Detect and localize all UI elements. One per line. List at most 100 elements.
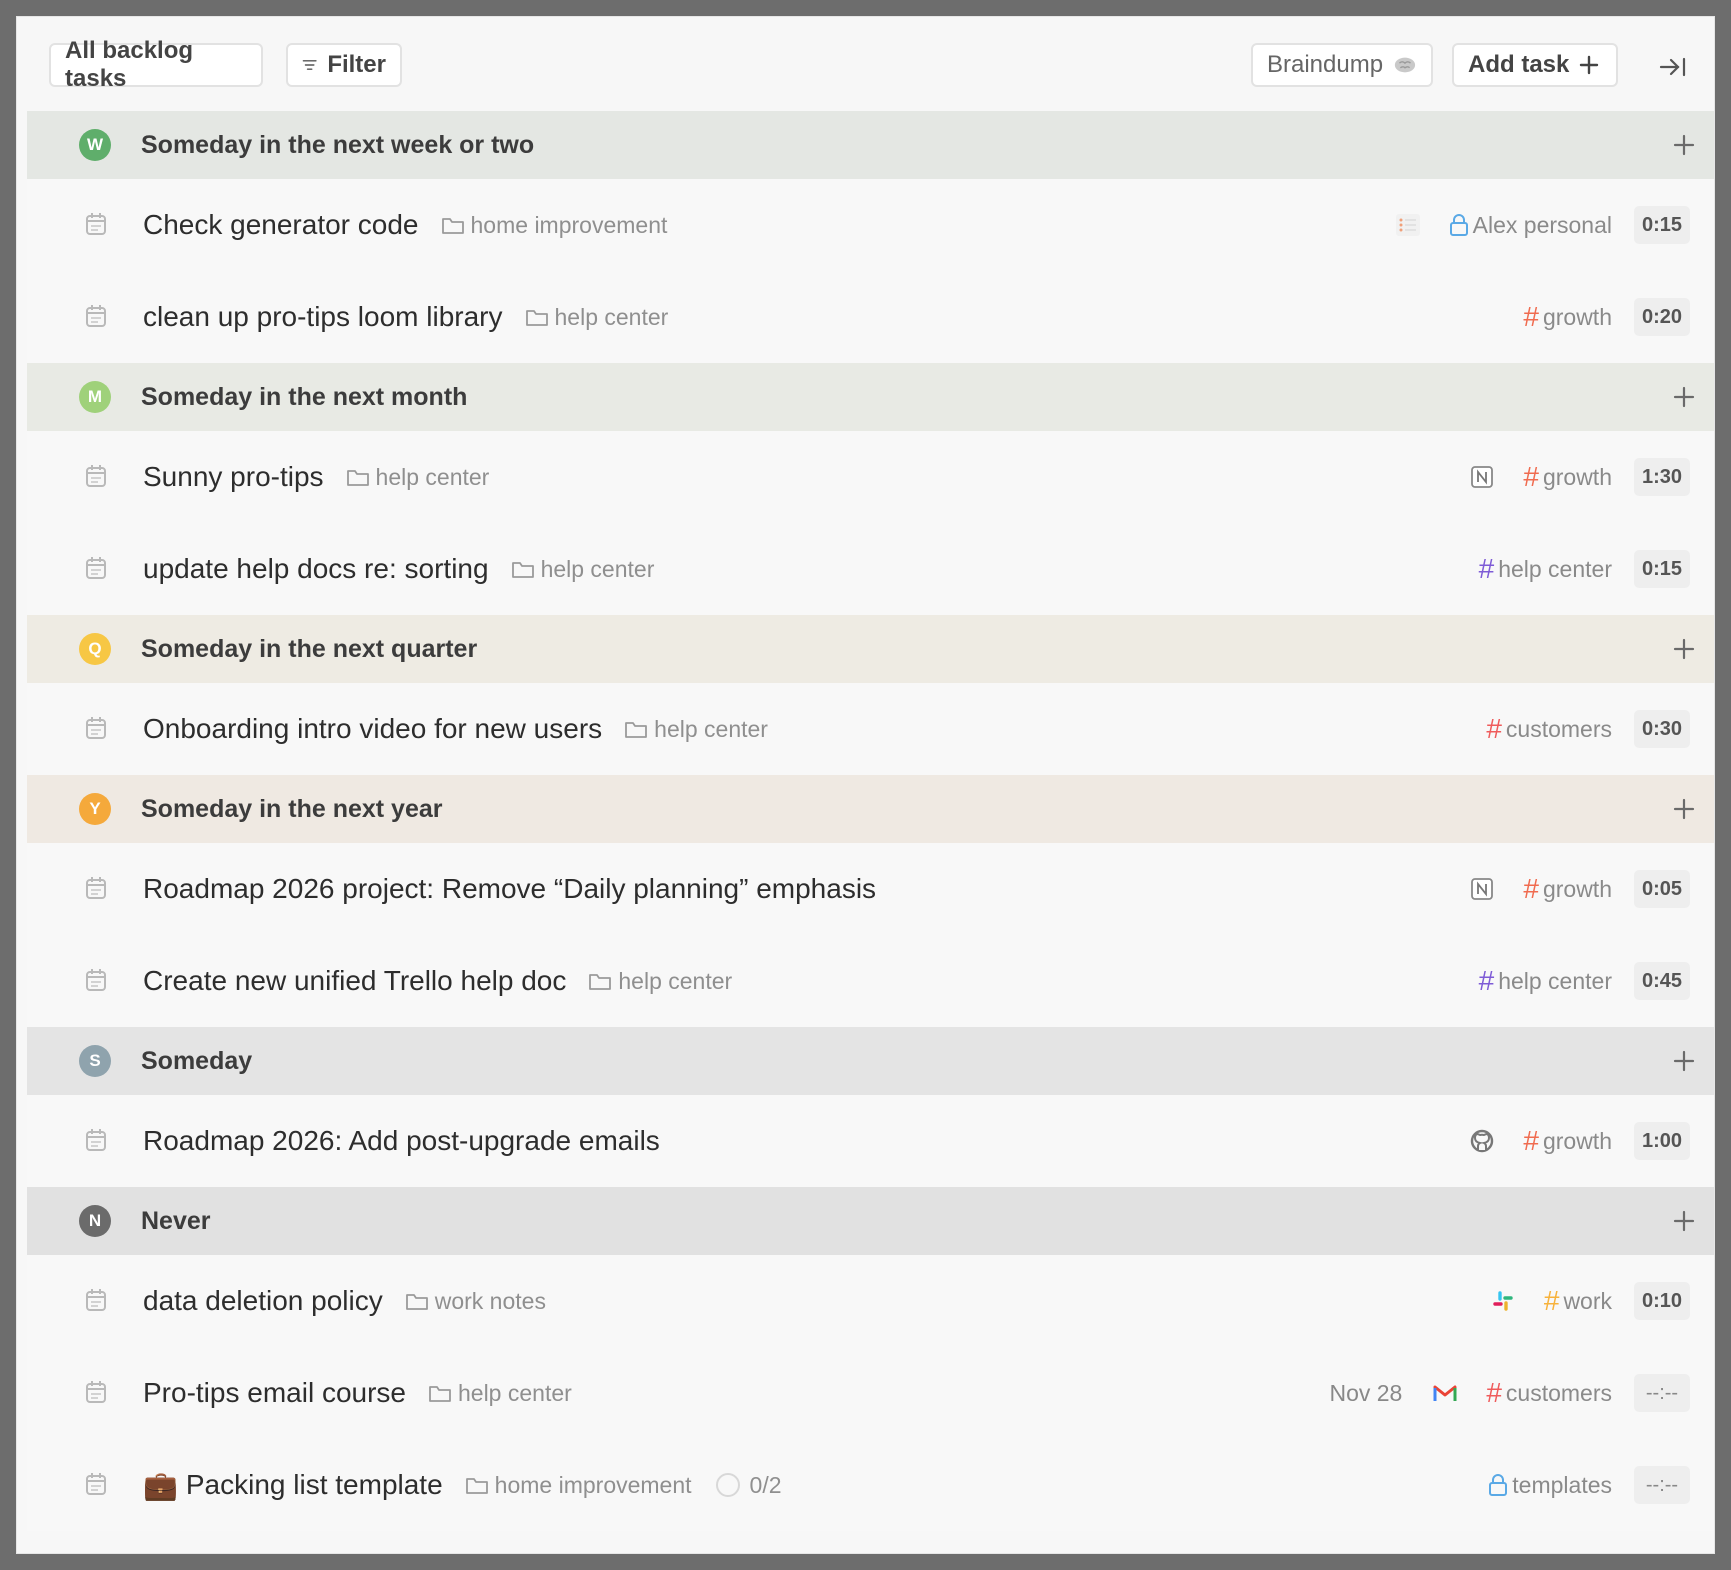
task-project[interactable]: help center <box>346 464 489 491</box>
task-channel-tag[interactable]: # growth <box>1523 1125 1612 1157</box>
task-duration[interactable]: 0:05 <box>1634 870 1690 908</box>
hash-icon: # <box>1543 1285 1560 1316</box>
calendar-icon[interactable] <box>85 1128 107 1152</box>
group-add-task-button[interactable] <box>1664 789 1704 829</box>
group-header-never[interactable]: N Never <box>27 1187 1714 1255</box>
task-project[interactable]: help center <box>511 556 654 583</box>
task-row[interactable]: Pro-tips email course help center Nov 28 # c… <box>27 1347 1714 1439</box>
task-project[interactable]: work notes <box>405 1288 546 1315</box>
task-channel-tag[interactable]: # help center <box>1479 553 1612 585</box>
notion-icon[interactable] <box>1467 874 1497 904</box>
backlog-panel: All backlog tasks Filter Braindump Add t… <box>16 16 1715 1554</box>
group-badge: M <box>79 381 111 413</box>
task-meta: # growth 0:20 <box>1523 271 1714 363</box>
task-row[interactable]: Create new unified Trello help doc help c… <box>27 935 1714 1027</box>
plus-icon <box>1580 55 1599 75</box>
slack-icon[interactable] <box>1488 1286 1518 1316</box>
task-duration[interactable]: 1:30 <box>1634 458 1690 496</box>
task-duration[interactable]: 0:15 <box>1634 550 1690 588</box>
task-channel-tag[interactable]: Alex personal <box>1449 212 1612 239</box>
task-duration[interactable]: 0:20 <box>1634 298 1690 336</box>
task-channel-tag[interactable]: # help center <box>1479 965 1612 997</box>
task-title: Onboarding intro video for new users <box>143 713 603 744</box>
notion-icon[interactable] <box>1467 462 1497 492</box>
task-project[interactable]: help center <box>624 716 768 743</box>
group-header-year[interactable]: Y Someday in the next year <box>27 775 1714 843</box>
briefcase-icon: 💼 <box>143 1469 178 1501</box>
group-header-week-or-two[interactable]: W Someday in the next week or two <box>27 111 1714 179</box>
task-row[interactable]: clean up pro-tips loom library help cente… <box>27 271 1714 363</box>
task-channel-label: growth <box>1542 463 1612 490</box>
calendar-icon[interactable] <box>85 304 107 328</box>
calendar-icon[interactable] <box>85 876 107 900</box>
task-project[interactable]: home improvement <box>465 1472 692 1499</box>
task-row[interactable]: data deletion policy work notes # work 0:10 <box>27 1255 1714 1347</box>
folder-icon <box>624 719 648 739</box>
folder-icon <box>441 215 465 235</box>
task-title: Sunny pro-tips <box>143 461 324 492</box>
task-row[interactable]: update help docs re: sorting help center #… <box>27 523 1714 615</box>
task-duration[interactable]: 0:45 <box>1634 962 1690 1000</box>
task-title-wrap: Sunny pro-tips help center <box>143 431 489 523</box>
task-duration[interactable]: 1:00 <box>1634 1122 1690 1160</box>
task-title-wrap: data deletion policy work notes <box>143 1255 546 1347</box>
task-channel-tag[interactable]: # growth <box>1523 301 1612 333</box>
hash-icon: # <box>1523 461 1539 492</box>
task-duration[interactable]: --:-- <box>1634 1374 1690 1412</box>
task-row[interactable]: 💼 Packing list template home improvement 0/… <box>27 1439 1714 1531</box>
task-project[interactable]: home improvement <box>441 212 667 239</box>
task-duration[interactable]: 0:30 <box>1634 710 1690 748</box>
task-title: data deletion policy <box>143 1285 383 1316</box>
task-duration[interactable]: 0:10 <box>1634 1282 1690 1320</box>
group-add-task-button[interactable] <box>1664 1041 1704 1081</box>
task-title: clean up pro-tips loom library <box>143 301 503 332</box>
calendar-icon[interactable] <box>85 556 107 580</box>
github-icon[interactable] <box>1467 1126 1497 1156</box>
calendar-icon[interactable] <box>85 1472 107 1496</box>
task-row[interactable]: Check generator code home improvement Alex… <box>27 179 1714 271</box>
task-project[interactable]: help center <box>588 968 732 995</box>
task-duration[interactable]: --:-- <box>1634 1466 1690 1504</box>
group-title: Someday in the next quarter <box>141 634 478 663</box>
calendar-icon[interactable] <box>85 1380 107 1404</box>
group-add-task-button[interactable] <box>1664 1201 1704 1241</box>
calendar-icon[interactable] <box>85 464 107 488</box>
gmail-icon[interactable] <box>1430 1378 1460 1408</box>
task-channel-tag[interactable]: # customers <box>1486 713 1612 745</box>
subtask-progress[interactable]: 0/2 <box>715 1472 782 1499</box>
task-project[interactable]: help center <box>525 304 668 331</box>
task-row[interactable]: Roadmap 2026: Add post-upgrade emails # gr… <box>27 1095 1714 1187</box>
task-channel-tag[interactable]: templates <box>1488 1472 1612 1499</box>
hash-icon: # <box>1478 553 1495 584</box>
calendar-icon[interactable] <box>85 716 107 740</box>
task-title-wrap: Roadmap 2026 project: Remove “Daily plan… <box>143 843 876 935</box>
task-title-wrap: Roadmap 2026: Add post-upgrade emails <box>143 1095 660 1187</box>
collapse-panel-button[interactable] <box>1653 49 1693 85</box>
task-channel-tag[interactable]: # growth <box>1523 873 1612 905</box>
group-add-task-button[interactable] <box>1664 629 1704 669</box>
add-task-button[interactable]: Add task <box>1452 43 1618 87</box>
group-add-task-button[interactable] <box>1664 125 1704 165</box>
task-duration[interactable]: 0:15 <box>1634 206 1690 244</box>
list-icon[interactable] <box>1393 210 1423 240</box>
group-header-someday[interactable]: S Someday <box>27 1027 1714 1095</box>
group-add-task-button[interactable] <box>1664 377 1704 417</box>
task-project[interactable]: help center <box>428 1380 572 1407</box>
task-row[interactable]: Onboarding intro video for new users help… <box>27 683 1714 775</box>
task-row[interactable]: Roadmap 2026 project: Remove “Daily plan… <box>27 843 1714 935</box>
calendar-icon[interactable] <box>85 968 107 992</box>
filter-button[interactable]: Filter <box>286 43 402 87</box>
task-channel-tag[interactable]: # work <box>1544 1285 1612 1317</box>
group-header-quarter[interactable]: Q Someday in the next quarter <box>27 615 1714 683</box>
task-row[interactable]: Sunny pro-tips help center # growth 1:30 <box>27 431 1714 523</box>
task-due-date[interactable]: Nov 28 <box>1329 1380 1402 1407</box>
group-header-month[interactable]: M Someday in the next month <box>27 363 1714 431</box>
task-channel-tag[interactable]: # growth <box>1523 461 1612 493</box>
all-backlog-tasks-button[interactable]: All backlog tasks <box>49 37 263 92</box>
calendar-icon[interactable] <box>85 1288 107 1312</box>
braindump-button[interactable]: Braindump <box>1251 43 1433 87</box>
calendar-icon[interactable] <box>85 212 107 236</box>
task-title-wrap: Onboarding intro video for new users help… <box>143 683 768 775</box>
group-title: Someday in the next year <box>141 794 443 823</box>
task-channel-tag[interactable]: # customers <box>1486 1377 1612 1409</box>
